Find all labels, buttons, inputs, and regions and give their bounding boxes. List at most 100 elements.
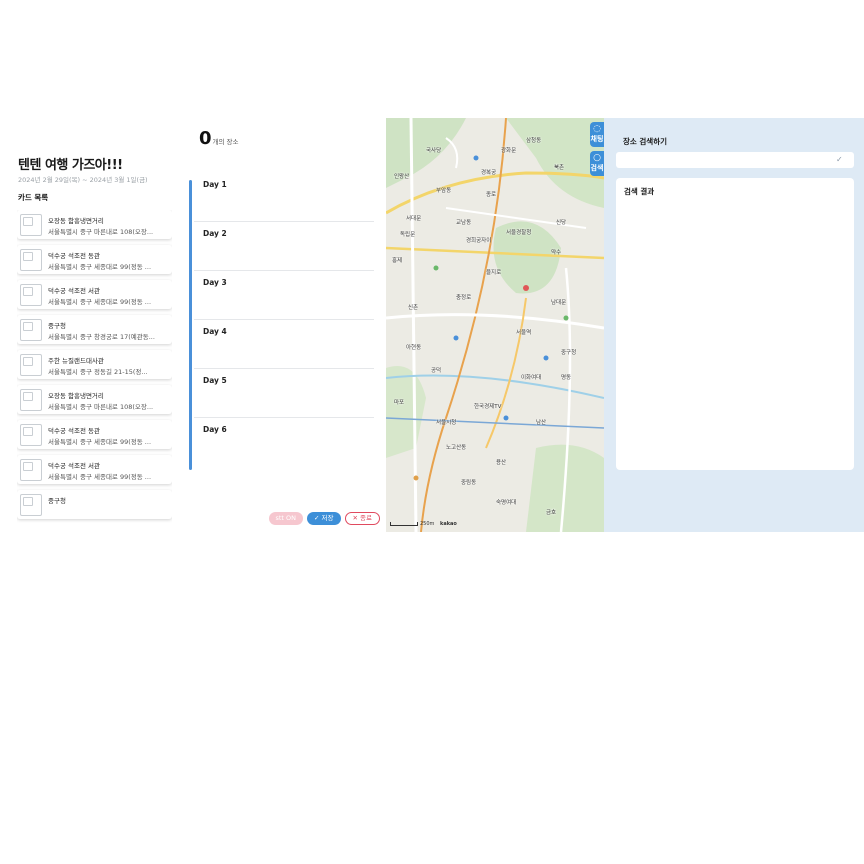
map-label: 아현동 xyxy=(406,345,422,351)
map-label: 삼청동 xyxy=(526,138,542,144)
day-label: Day 6 xyxy=(203,425,227,434)
map-label: 경복궁 xyxy=(481,170,497,176)
save-button[interactable]: ✓ 저장 xyxy=(307,512,341,525)
map-label: 이화여대 xyxy=(521,375,542,381)
search-results[interactable]: 검색 결과 xyxy=(616,178,854,470)
place-name: 중구청 xyxy=(48,322,66,330)
day-label: Day 3 xyxy=(203,278,227,287)
day-slot[interactable]: Day 3 xyxy=(194,270,374,320)
day-slot[interactable]: Day 6 xyxy=(194,417,374,466)
image-placeholder-icon xyxy=(20,389,42,411)
place-name: 오장동 함흥냉면거리 xyxy=(48,392,104,400)
image-placeholder-icon xyxy=(20,319,42,341)
place-card[interactable]: 주한 뉴질랜드대사관서울특별시 중구 정동길 21-15(정... xyxy=(17,350,172,379)
map-label: 공덕 xyxy=(431,368,442,374)
place-card[interactable]: 덕수궁 석조전 서관 서울특별시 중구 세종대로 99(정동 ... xyxy=(17,455,172,484)
place-card[interactable]: 중구청서울특별시 중구 창경궁로 17(예관동... xyxy=(17,315,172,344)
place-card[interactable]: 덕수궁 석조전 동관 서울특별시 중구 세종대로 99(정동 ... xyxy=(17,245,172,274)
day-slot[interactable]: Day 4 xyxy=(194,319,374,369)
tab-search[interactable]: ○ 검색 xyxy=(590,151,604,176)
map-label: 노고산동 xyxy=(446,445,467,451)
map-label: 홍제 xyxy=(392,258,403,264)
check-icon[interactable]: ✓ xyxy=(836,155,843,164)
map-label: 교남동 xyxy=(456,220,472,226)
map-label: 북촌 xyxy=(554,165,565,171)
place-address: 서울특별시 중구 마른내로 108(오장... xyxy=(48,403,154,411)
map-brand: kakao xyxy=(440,521,457,527)
place-card[interactable]: 덕수궁 석조전 동관 서울특별시 중구 세종대로 99(정동 ... xyxy=(17,420,172,449)
image-placeholder-icon xyxy=(20,284,42,306)
trip-planner-app: 텐텐 여행 가즈아!!! 2024년 2월 29일(목) ~ 2024년 3월 … xyxy=(0,118,864,532)
day-label: Day 2 xyxy=(203,229,227,238)
place-address: 서울특별시 중구 세종대로 99(정동 ... xyxy=(48,263,152,271)
stt-toggle-button[interactable]: stt ON xyxy=(268,512,304,525)
search-panel: 장소 검색하기 ✓ 검색 결과 xyxy=(604,118,864,532)
image-placeholder-icon xyxy=(20,494,42,516)
place-address: 서울특별시 중구 세종대로 99(정동 ... xyxy=(48,473,152,481)
day-label: Day 4 xyxy=(203,327,227,336)
day-slot[interactable]: Day 5 xyxy=(194,368,374,418)
map-label: 명동 xyxy=(561,375,572,381)
map-label: 인왕산 xyxy=(394,174,410,180)
map-scale: 250m kakao xyxy=(390,521,457,527)
map-label: 종로 xyxy=(486,192,497,198)
map-label: 용산 xyxy=(496,460,507,466)
map-label: 남대문 xyxy=(551,300,567,306)
image-placeholder-icon xyxy=(20,459,42,481)
map-label: 신촌 xyxy=(408,305,419,311)
map-side-tabs: ◌ 채팅 ○ 검색 xyxy=(590,122,604,180)
place-count-label: 개의 장소 xyxy=(212,138,239,146)
place-address: 서울특별시 중구 정동길 21-15(정... xyxy=(48,368,148,376)
map-label: 서대문 xyxy=(406,216,422,222)
place-card[interactable]: 덕수궁 석조전 서관서울특별시 중구 세종대로 99(정동 ... xyxy=(17,280,172,309)
search-icon: ○ xyxy=(593,153,601,163)
scale-label: 250m xyxy=(420,521,435,527)
image-placeholder-icon xyxy=(20,249,42,271)
map-label: 국사당 xyxy=(426,148,442,154)
map-label: 부암동 xyxy=(436,188,452,194)
place-name: 주한 뉴질랜드대사관 xyxy=(48,357,104,365)
day-planner: 0개의 장소 Day 1 Day 2 Day 3 Day 4 Day 5 Day… xyxy=(194,118,384,532)
day-slot[interactable]: Day 1 xyxy=(194,172,374,222)
card-list[interactable]: 오장동 함흥냉면거리서울특별시 중구 마른내로 108(오장... 덕수궁 석조… xyxy=(17,210,172,532)
day-label: Day 5 xyxy=(203,376,227,385)
map-label: 경희궁자이 xyxy=(466,238,492,244)
place-address: 서울특별시 중구 세종대로 99(정동 ... xyxy=(48,438,152,446)
map-label: 서울경찰청 xyxy=(506,230,532,236)
place-name: 덕수궁 석조전 서관 xyxy=(48,287,100,295)
map-label: 독립문 xyxy=(400,232,416,238)
card-list-heading: 카드 목록 xyxy=(18,193,49,202)
place-address: 서울특별시 중구 세종대로 99(정동 ... xyxy=(48,298,152,306)
card-panel: 텐텐 여행 가즈아!!! 2024년 2월 29일(목) ~ 2024년 3월 … xyxy=(0,118,190,532)
map-label: 숙명여대 xyxy=(496,500,517,506)
map-label: 남산 xyxy=(536,420,547,426)
map-label: 서울시청 xyxy=(436,420,457,426)
place-name: 오장동 함흥냉면거리 xyxy=(48,217,104,225)
tab-chat-label: 채팅 xyxy=(590,135,604,143)
place-count-number: 0 xyxy=(199,128,212,149)
map-tiles xyxy=(386,118,604,532)
map-label: 금호 xyxy=(546,510,557,516)
card-list-scrollbar[interactable] xyxy=(189,180,192,470)
day-slot[interactable]: Day 2 xyxy=(194,221,374,271)
place-name: 중구청 xyxy=(48,497,66,505)
place-card[interactable]: 오장동 함흥냉면거리서울특별시 중구 마른내로 108(오장... xyxy=(17,385,172,414)
scale-bar xyxy=(390,521,418,526)
tab-search-label: 검색 xyxy=(590,164,604,172)
place-address: 서울특별시 중구 창경궁로 17(예관동... xyxy=(48,333,155,341)
map-label: 을지로 xyxy=(486,270,502,276)
planner-actions: stt ON ✓ 저장 ✕ 종료 xyxy=(265,512,380,525)
place-card[interactable]: 오장동 함흥냉면거리 서울특별시 중구 마른내로 108(오장... xyxy=(17,210,172,239)
map-view[interactable]: 국사당 인왕산 부암동 삼청동 북촌 종로 광화문 경복궁 서대문 독립문 교남… xyxy=(386,118,604,532)
search-heading: 장소 검색하기 xyxy=(623,137,668,146)
place-card[interactable]: 중구청 xyxy=(17,490,172,519)
place-count: 0개의 장소 xyxy=(199,128,239,149)
trip-title: 텐텐 여행 가즈아!!! xyxy=(18,158,123,173)
map-label: 마포 xyxy=(394,400,405,406)
close-button[interactable]: ✕ 종료 xyxy=(344,512,380,525)
tab-chat[interactable]: ◌ 채팅 xyxy=(590,122,604,147)
place-search-input[interactable] xyxy=(616,152,854,168)
map-label: 서울역 xyxy=(516,330,532,336)
image-placeholder-icon xyxy=(20,424,42,446)
chat-icon: ◌ xyxy=(593,124,601,134)
